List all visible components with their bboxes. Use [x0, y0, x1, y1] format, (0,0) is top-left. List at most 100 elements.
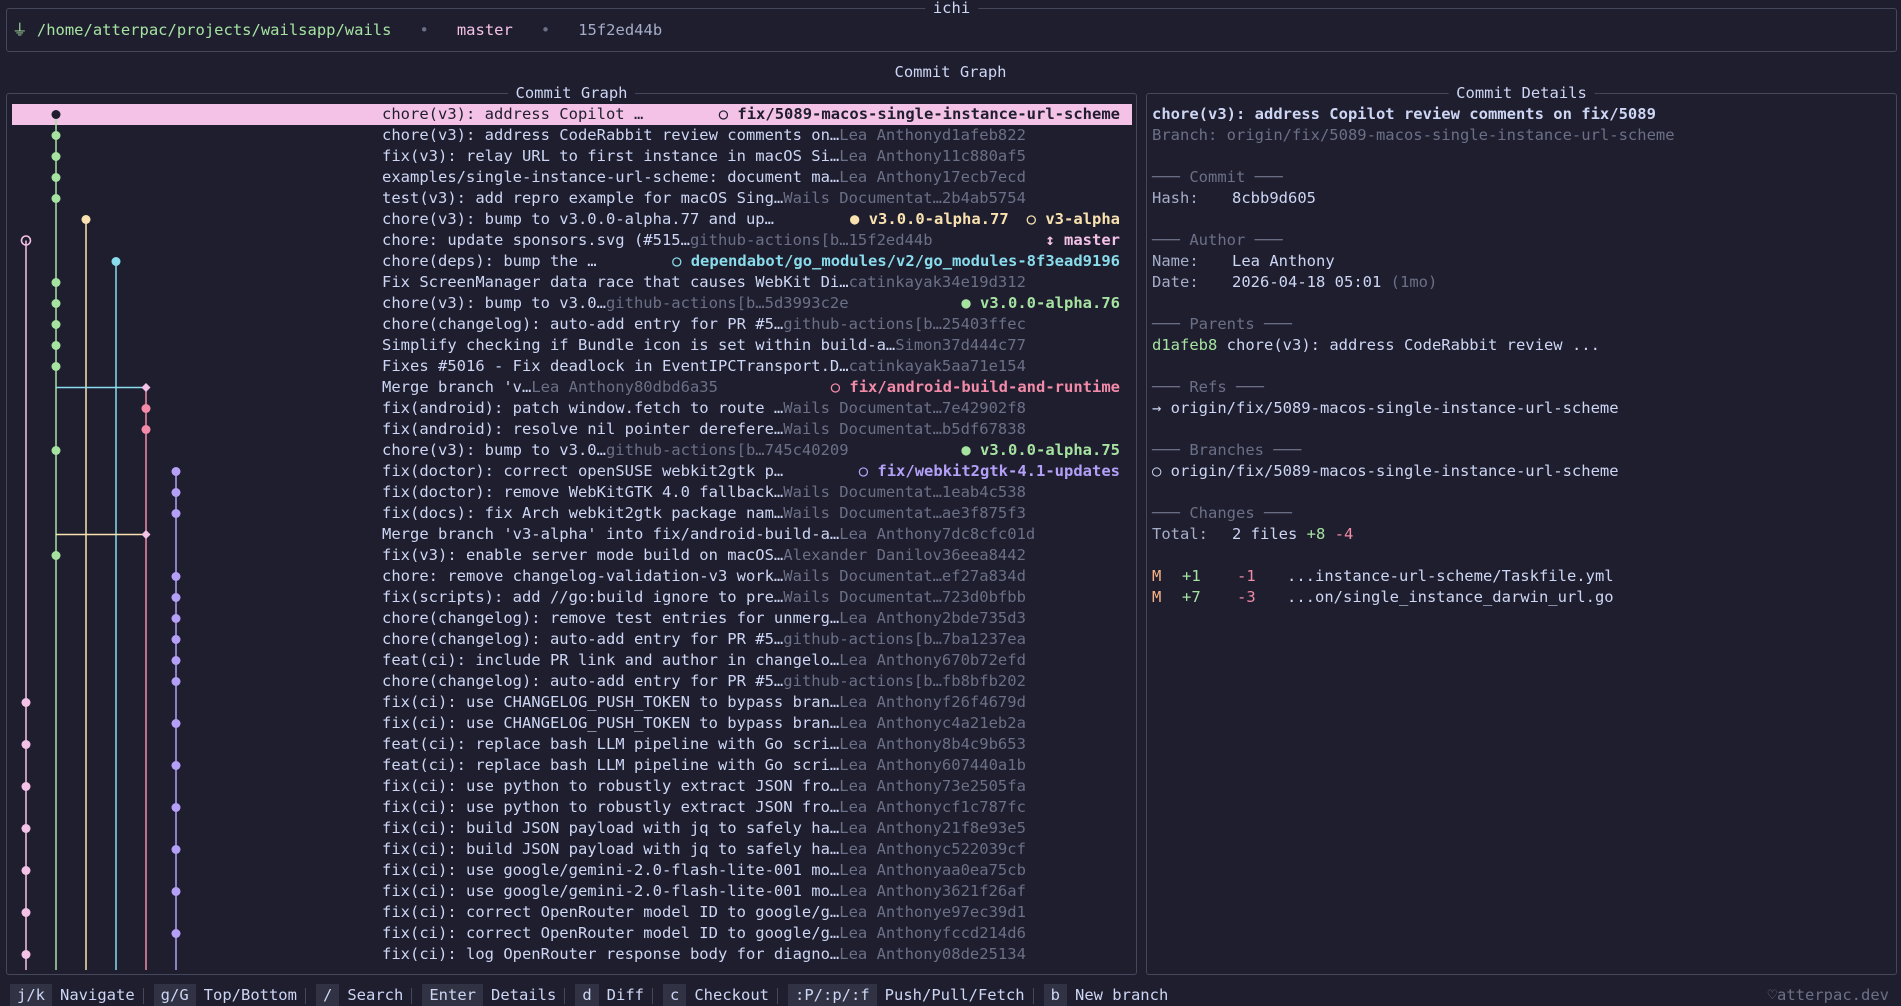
commit-node[interactable] [51, 173, 61, 182]
keybinding-footer: ♡atterpac.dev j/k Navigate g/G Top/Bottom / S… [0, 984, 1901, 1006]
commit-hash: 3621f26af [941, 882, 1026, 900]
commit-node[interactable] [171, 845, 181, 854]
total-label: Total: [1152, 525, 1208, 543]
commit-node[interactable] [171, 467, 181, 476]
keybinding-key[interactable]: d [575, 984, 599, 1006]
commit-hash[interactable]: 8cbb9d605 [1232, 189, 1316, 207]
commit-node[interactable] [51, 446, 61, 455]
commit-message: feat(ci): replace bash LLM pipeline with… [382, 756, 1026, 774]
commit-author: github-actions[b… [783, 672, 942, 690]
commit-node[interactable] [171, 929, 181, 938]
author-name-row: Name: Lea Anthony [1152, 251, 1335, 272]
commit-node[interactable] [171, 614, 181, 623]
changed-file-row[interactable]: M +1 -1 ...instance-url-scheme/Taskfile.yml [1152, 566, 1614, 587]
parent-row[interactable]: d1afeb8 chore(v3): address CodeRabbit re… [1152, 335, 1600, 356]
commit-node[interactable] [111, 257, 121, 266]
ref-badge[interactable]: ● v3.0.0-alpha.76 [961, 294, 1120, 312]
commit-node[interactable] [171, 761, 181, 770]
commit-node[interactable] [141, 425, 151, 434]
commit-node[interactable] [21, 824, 31, 833]
commit-message: examples/single-instance-url-scheme: doc… [382, 168, 1026, 186]
commit-graph-lanes [20, 110, 181, 970]
commit-hash: 11c880af5 [941, 147, 1026, 165]
commit-node[interactable] [21, 782, 31, 791]
commit-node[interactable] [171, 677, 181, 686]
commit-node[interactable] [171, 719, 181, 728]
commit-node[interactable] [51, 131, 61, 140]
commit-author: Wails Documentat… [783, 588, 942, 606]
keybinding-label: Search [347, 986, 404, 1004]
commit-node[interactable] [171, 488, 181, 497]
commit-author: Lea Anthony [839, 903, 942, 921]
commit-node[interactable] [141, 530, 151, 539]
commit-message: Fix ScreenManager data race that causes … [382, 273, 1026, 291]
commit-node[interactable] [51, 551, 61, 560]
footer-separator [777, 987, 778, 1004]
commit-message: Merge branch 'v…Lea Anthony80dbd6a35 [382, 378, 718, 396]
ref-badge[interactable]: ● v3.0.0-alpha.77 [850, 210, 1009, 228]
name-label: Name: [1152, 252, 1199, 270]
commit-message: Merge branch 'v3-alpha' into fix/android… [382, 525, 1036, 543]
commit-node[interactable] [21, 908, 31, 917]
ref-item[interactable]: → origin/fix/5089-macos-single-instance-… [1152, 398, 1619, 419]
commit-message: fix(ci): correct OpenRouter model ID to … [382, 903, 1026, 921]
commit-node[interactable] [21, 740, 31, 749]
hash-label: Hash: [1152, 189, 1199, 207]
commit-node[interactable] [51, 278, 61, 287]
commit-message: chore(changelog): auto-add entry for PR … [382, 315, 1026, 333]
commit-node[interactable] [21, 866, 31, 875]
commit-message: fix(ci): use python to robustly extract … [382, 777, 1026, 795]
commit-message: fix(android): resolve nil pointer derefe… [382, 420, 1026, 438]
commit-hash: c522039cf [941, 840, 1026, 858]
commit-node[interactable] [51, 299, 61, 308]
commit-node[interactable] [171, 572, 181, 581]
keybinding-key[interactable]: c [663, 984, 687, 1006]
keybinding-key[interactable]: b [1043, 984, 1067, 1006]
commit-node[interactable] [51, 341, 61, 350]
keybinding-key[interactable]: j/k [10, 984, 52, 1006]
commit-author: Wails Documentat… [783, 399, 942, 417]
ref-badge[interactable]: ○ fix/webkit2gtk-4.1-updates [859, 462, 1120, 480]
file-add: +7 [1182, 588, 1201, 606]
parent-hash[interactable]: d1afeb8 [1152, 336, 1217, 354]
footer-separator [652, 987, 653, 1004]
commit-node[interactable] [171, 635, 181, 644]
file-status: M [1152, 588, 1162, 606]
keybinding-key[interactable]: Enter [422, 984, 483, 1006]
ref-badge[interactable]: ● v3.0.0-alpha.75 [961, 441, 1120, 459]
commit-author: Lea Anthony [839, 945, 942, 963]
commit-node[interactable] [21, 698, 31, 707]
commit-node[interactable] [51, 194, 61, 203]
commit-author: Lea Anthony [839, 651, 942, 669]
commit-message: test(v3): add repro example for macOS Si… [382, 189, 1026, 207]
current-hash: 15f2ed44b [578, 21, 663, 39]
commit-node[interactable] [51, 320, 61, 329]
commit-node[interactable] [171, 593, 181, 602]
ref-badge[interactable]: ↕ master [1045, 231, 1120, 249]
commit-node[interactable] [171, 803, 181, 812]
commit-node[interactable] [171, 887, 181, 896]
commit-message: chore(v3): address CodeRabbit review com… [382, 126, 1026, 144]
branch-item[interactable]: ○ origin/fix/5089-macos-single-instance-… [1152, 461, 1619, 482]
keybinding-key[interactable]: :P/:p/:f [788, 984, 877, 1006]
keybinding-key[interactable]: / [315, 984, 340, 1006]
commit-node[interactable] [141, 404, 151, 413]
ref-badge[interactable]: ○ fix/5089-macos-single-instance-url-sch… [719, 105, 1120, 123]
commit-node[interactable] [21, 950, 31, 959]
commit-message: feat(ci): include PR link and author in … [382, 651, 1026, 669]
commit-node[interactable] [171, 656, 181, 665]
keybinding-key[interactable]: g/G [153, 984, 196, 1006]
commit-hash: 7e42902f8 [941, 399, 1026, 417]
changed-file-row[interactable]: M +7 -3 ...on/single_instance_darwin_url.go [1152, 587, 1614, 608]
commit-node[interactable] [51, 152, 61, 161]
commit-message: chore(v3): address Copilot … [382, 105, 644, 123]
ref-badge[interactable]: ○ v3-alpha [1027, 210, 1120, 228]
ref-badge[interactable]: ○ dependabot/go_modules/v2/go_modules-8f… [672, 252, 1120, 270]
commit-node[interactable] [51, 110, 61, 119]
commit-author: Wails Documentat… [783, 420, 942, 438]
commit-node[interactable] [141, 383, 151, 392]
ref-badge[interactable]: ○ fix/android-build-and-runtime [831, 378, 1120, 396]
commit-node[interactable] [51, 362, 61, 371]
commit-node[interactable] [81, 215, 91, 224]
commit-node[interactable] [171, 509, 181, 518]
